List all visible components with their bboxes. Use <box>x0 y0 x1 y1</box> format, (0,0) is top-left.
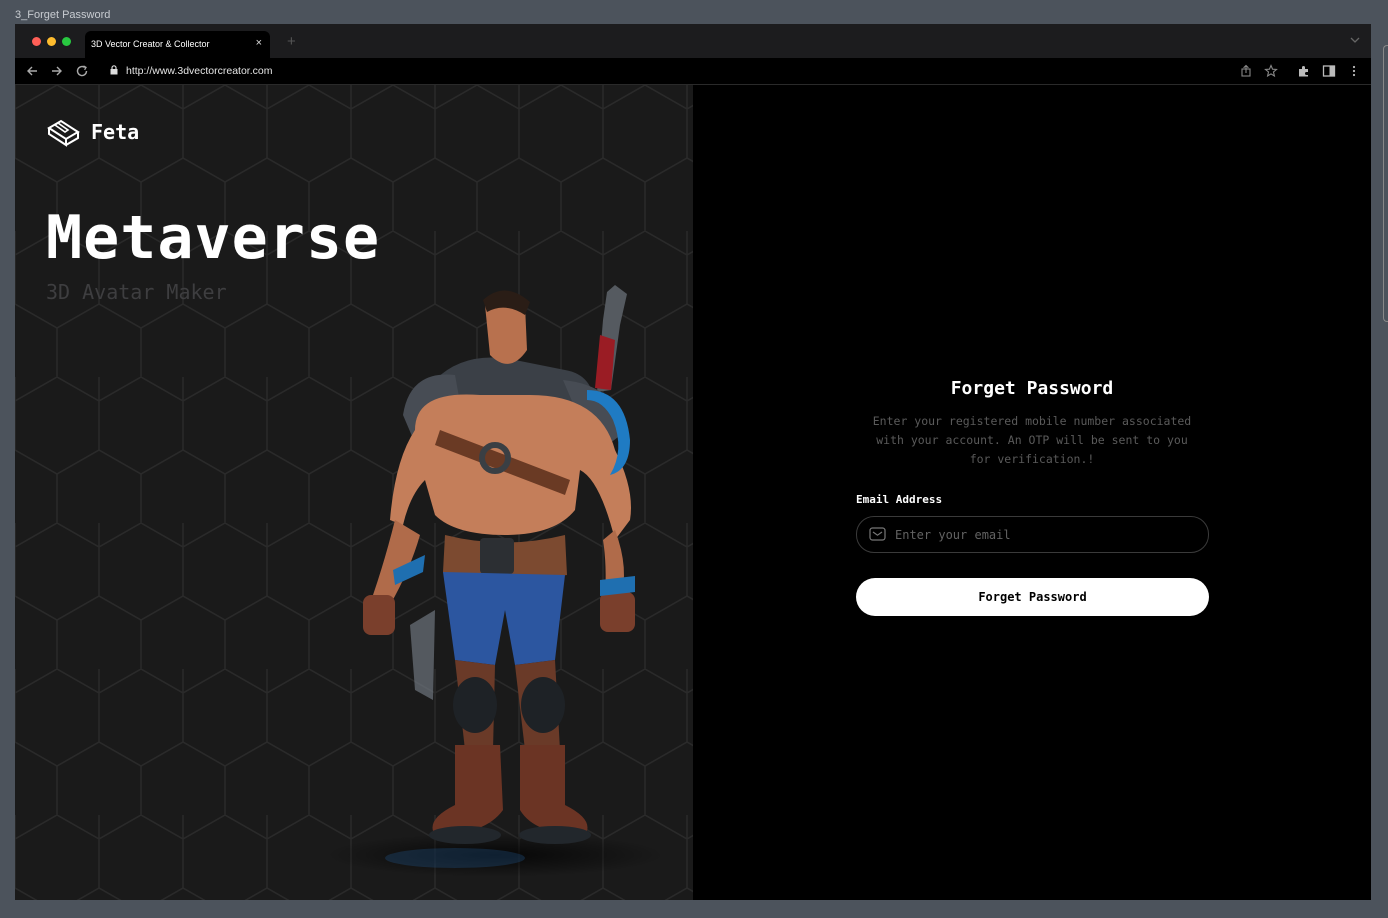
frame-label: 3_Forget Password <box>15 9 111 21</box>
extensions-puzzle-icon[interactable] <box>1297 64 1311 78</box>
reload-icon[interactable] <box>75 64 89 78</box>
feta-logo-icon <box>47 119 80 147</box>
browser-toolbar: http://www.3dvectorcreator.com <box>15 58 1371 85</box>
star-icon[interactable] <box>1264 64 1278 78</box>
email-field[interactable] <box>856 516 1209 553</box>
form-title: Forget Password <box>950 378 1114 399</box>
mail-icon <box>869 527 886 541</box>
avatar-3d-character-illustration <box>325 285 665 877</box>
side-panel-icon[interactable] <box>1322 64 1336 78</box>
form-description: Enter your registered mobile number asso… <box>872 414 1192 466</box>
hero-title: Metaverse <box>46 203 381 273</box>
chevron-down-icon[interactable] <box>1349 34 1361 46</box>
back-arrow-icon[interactable] <box>25 64 39 78</box>
forward-arrow-icon[interactable] <box>50 64 64 78</box>
tab-title: 3D Vector Creator & Collector <box>91 39 210 49</box>
email-field-label: Email Address <box>856 493 943 506</box>
brand-name: Feta <box>91 120 140 144</box>
hero-subtitle: 3D Avatar Maker <box>46 280 227 304</box>
page-viewport: Feta Metaverse 3D Avatar Maker Forget Pa… <box>15 85 1371 900</box>
forget-password-button[interactable]: Forget Password <box>856 578 1209 616</box>
tab-strip: 3D Vector Creator & Collector × + <box>15 24 1371 58</box>
scrollbar-hint <box>1383 45 1388 322</box>
browser-tab[interactable]: 3D Vector Creator & Collector × <box>85 31 270 58</box>
tab-close-icon[interactable]: × <box>256 37 262 49</box>
close-window-button[interactable] <box>32 37 41 46</box>
new-tab-button[interactable]: + <box>287 33 296 50</box>
form-panel: Forget Password Enter your registered mo… <box>693 85 1371 900</box>
browser-window: 3D Vector Creator & Collector × + http:/… <box>15 24 1371 900</box>
url-text: http://www.3dvectorcreator.com <box>126 65 273 77</box>
share-icon[interactable] <box>1239 64 1253 78</box>
address-bar[interactable]: http://www.3dvectorcreator.com <box>100 60 1300 82</box>
more-menu-icon[interactable] <box>1347 64 1361 78</box>
email-input[interactable] <box>895 518 1195 551</box>
lock-icon <box>110 65 118 75</box>
minimize-window-button[interactable] <box>47 37 56 46</box>
maximize-window-button[interactable] <box>62 37 71 46</box>
hero-panel: Feta Metaverse 3D Avatar Maker <box>15 85 693 900</box>
